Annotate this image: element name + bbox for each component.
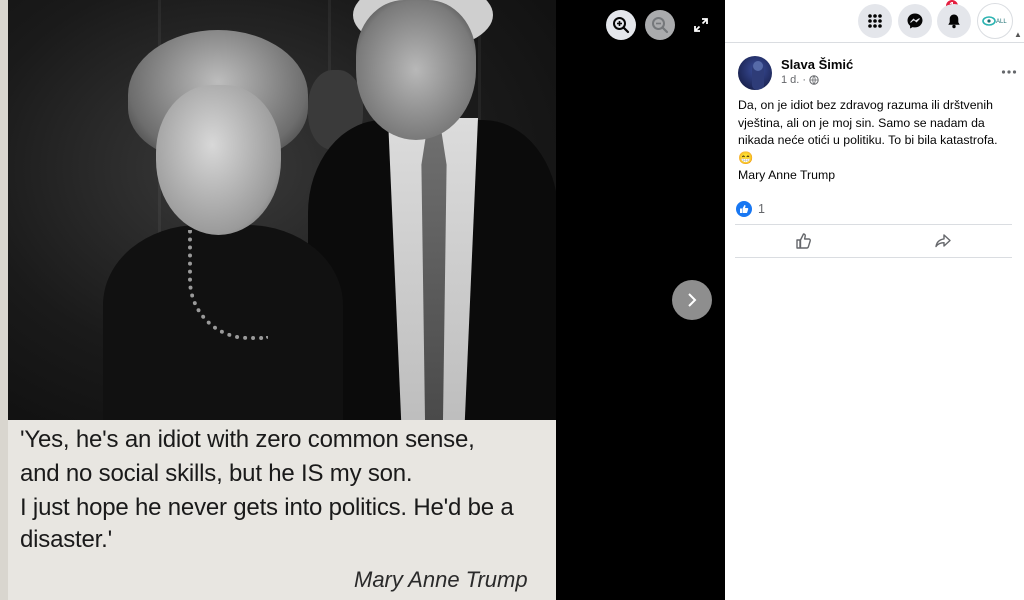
- post-text-line: nikada neće otići u politiku. To bi bila…: [738, 133, 998, 147]
- chevron-right-icon: [688, 293, 697, 307]
- menu-button[interactable]: [858, 4, 892, 38]
- thumbs-up-icon: [796, 233, 811, 249]
- messenger-button[interactable]: [898, 4, 932, 38]
- quote-line: I just hope he never gets into politics.…: [20, 494, 514, 521]
- globe-icon: [809, 75, 819, 85]
- profile-button[interactable]: ALL: [977, 3, 1013, 39]
- profile-logo-icon: ALL: [982, 16, 1007, 26]
- quote-signature: Mary Anne Trump: [354, 567, 528, 592]
- post-time[interactable]: 1 d.: [781, 74, 799, 86]
- next-photo-button[interactable]: [672, 280, 712, 320]
- reaction-count: 1: [758, 202, 765, 216]
- bell-icon: [948, 14, 960, 29]
- reactions-summary[interactable]: 1: [736, 201, 765, 217]
- zoom-out-icon: [652, 17, 669, 34]
- post-author[interactable]: Slava Šimić: [781, 57, 853, 72]
- emoji: 😁: [738, 150, 754, 165]
- quote-line: disaster.': [20, 526, 112, 553]
- share-icon: [935, 234, 951, 248]
- quote-line: 'Yes, he's an idiot with zero common sen…: [20, 426, 475, 453]
- post-text-line: Mary Anne Trump: [738, 168, 836, 182]
- zoom-in-icon: [613, 17, 630, 34]
- messenger-icon: [907, 13, 923, 29]
- post-actions: [735, 225, 1012, 257]
- divider: [725, 42, 1024, 43]
- profile-logo-text: ALL: [996, 19, 1007, 25]
- post-header: Slava Šimić 1 d. ·: [738, 56, 1018, 92]
- photo: 'Yes, he's an idiot with zero common sen…: [0, 0, 556, 600]
- post-text: Da, on je idiot bez zdravog razuma ili d…: [738, 97, 1018, 185]
- expand-button[interactable]: [688, 12, 714, 38]
- post-text-line: Da, on je idiot bez zdravog razuma ili d…: [738, 98, 993, 112]
- top-navigation: 1 ALL ▲: [725, 0, 1024, 42]
- like-button[interactable]: [735, 225, 873, 257]
- avatar[interactable]: [738, 56, 772, 90]
- more-options-button[interactable]: [1001, 62, 1017, 79]
- zoom-out-button[interactable]: [645, 10, 675, 40]
- quote-line: and no social skills, but he IS my son.: [20, 460, 413, 487]
- expand-icon: [694, 18, 708, 32]
- notifications-button[interactable]: [937, 4, 971, 38]
- grid-menu-icon: [868, 14, 882, 28]
- quote-caption: 'Yes, he's an idiot with zero common sen…: [8, 420, 556, 600]
- zoom-in-button[interactable]: [606, 10, 636, 40]
- scroll-up-icon[interactable]: ▲: [1014, 30, 1022, 39]
- share-button[interactable]: [874, 225, 1012, 257]
- more-icon: [1001, 70, 1017, 74]
- post-panel: 1 ALL ▲ Slava Šimić 1 d. ·: [725, 0, 1024, 600]
- post-text-line: vještina, ali on je moj sin. Samo se nad…: [738, 115, 985, 130]
- photo-viewer: 'Yes, he's an idiot with zero common sen…: [0, 0, 725, 600]
- photo-image: [8, 0, 556, 420]
- divider: [735, 257, 1012, 258]
- post-meta: 1 d. ·: [781, 74, 819, 86]
- like-reaction-icon: [736, 201, 752, 217]
